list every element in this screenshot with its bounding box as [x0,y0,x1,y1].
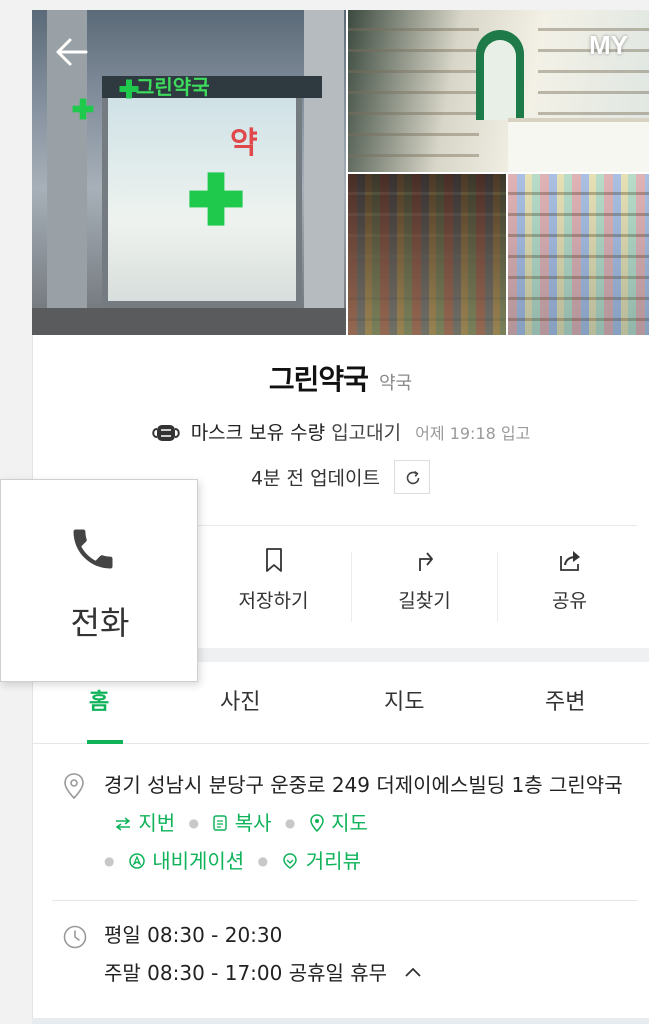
pharmacy-cross-icon [119,79,139,99]
place-name: 그린약국 [268,363,369,396]
photo-detail [32,308,346,335]
weekend-hours: 주말 08:30 - 17:00 공휴일 휴무 [104,961,388,985]
action-bar: 저장하기 길찾기 공유 [196,526,649,648]
pharmacy-cross-icon [189,172,243,226]
tab-home[interactable]: 홈 [89,684,109,716]
tab-photos[interactable]: 사진 [220,684,260,716]
address-block: 경기 성남시 분당구 운중로 249 더제이에스빌딩 1층 그린약국 지번 ● … [104,766,634,880]
phone-icon [73,529,113,569]
tab-nearby[interactable]: 주변 [545,684,585,716]
mask-icon [151,425,180,441]
streetview-link[interactable]: 거리뷰 [281,849,361,873]
call-button[interactable]: 전화 [0,479,198,682]
mask-stock-row: 마스크 보유 수량 입고대기 어제 19:18 입고 [32,418,649,445]
photo-detail [484,40,516,120]
separator-dot: ● [284,816,296,830]
shelf-photo[interactable] [348,174,506,335]
business-hours: 평일 08:30 - 20:30 주말 08:30 - 17:00 공휴일 휴무 [104,917,624,991]
separator-dot: ● [257,854,269,868]
separator-dot: ● [104,854,115,868]
navigation-link[interactable]: 내비게이션 [128,849,251,873]
mask-status: 입고대기 [331,422,402,444]
store-char: 약 [230,126,258,161]
bookmark-icon [265,548,282,572]
back-button[interactable] [52,32,92,72]
arrow-left-icon [56,38,88,66]
navigation-label: 내비게이션 [152,849,245,873]
place-category: 약국 [379,373,413,394]
mask-label: 마스크 보유 수량 [190,422,326,444]
swap-icon [115,817,131,831]
weekday-hours: 평일 08:30 - 20:30 [104,923,283,947]
jibun-link[interactable]: 지번 [114,811,182,835]
collapse-hours-button[interactable] [403,953,423,989]
photo-detail [348,174,506,335]
navigation-icon [129,853,145,869]
save-button[interactable]: 저장하기 [196,526,351,648]
copy-link[interactable]: 복사 [212,811,278,835]
refresh-icon [406,470,420,485]
map-link[interactable]: 지도 [309,811,368,835]
photo-gallery[interactable]: 그린약국 약 [32,10,649,335]
share-button[interactable]: 공유 [498,526,641,648]
my-button[interactable]: MY [589,30,628,61]
address-text: 경기 성남시 분당구 운중로 249 더제이에스빌딩 1층 그린약국 [104,773,623,797]
copy-label: 복사 [234,811,272,835]
copy-icon [213,815,228,831]
location-pin-icon [64,773,84,800]
divider [52,900,637,901]
shelf-photo[interactable] [508,174,649,335]
update-time: 4분 전 업데이트 [250,467,380,490]
directions-icon [418,552,433,571]
share-icon [559,551,580,571]
mask-stock-time: 어제 19:18 입고 [415,424,531,443]
clock-icon [63,925,87,949]
pharmacy-cross-icon [72,98,94,120]
active-tab-indicator [87,740,123,744]
refresh-button[interactable] [394,460,431,494]
directions-button[interactable]: 길찾기 [352,526,497,648]
separator-dot: ● [188,816,200,830]
map-label: 지도 [331,811,368,835]
call-label: 전화 [70,604,130,642]
section-divider [32,1018,649,1024]
photo-detail [304,10,344,310]
streetview-label: 거리뷰 [305,849,361,873]
streetview-icon [283,853,298,869]
map-pin-icon [309,814,324,833]
directions-label: 길찾기 [398,590,451,612]
photo-detail [348,10,479,172]
tab-map[interactable]: 지도 [384,684,424,716]
share-label: 공유 [552,590,587,612]
chevron-up-icon [405,967,422,977]
jibun-label: 지번 [138,811,176,835]
save-label: 저장하기 [238,590,309,612]
photo-detail [508,118,649,172]
photo-detail [508,174,649,335]
place-header: 그린약국 약국 [32,358,649,398]
weekend-hours-row: 주말 08:30 - 17:00 공휴일 휴무 [104,953,624,991]
